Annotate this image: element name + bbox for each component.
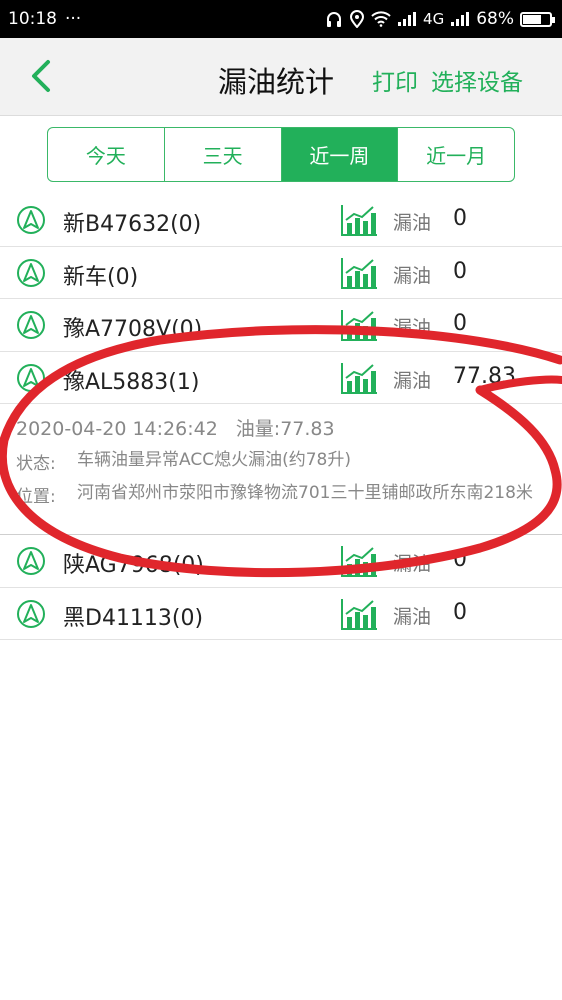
detail-location: 位置: 河南省郑州市荥阳市豫锋物流701三十里铺邮政所东南218米 [16,482,554,507]
leak-value: 0 [453,547,467,572]
list-item[interactable]: 黑D41113(0) 漏油 0 [0,588,562,640]
navigation-arrow-icon [17,547,45,575]
list-item[interactable]: 豫AL5883(1) 漏油 77.83 [0,352,562,404]
vehicle-list: 新B47632(0) 漏油 0 新车(0) 漏油 0 豫A7708V(0) 漏油… [0,194,562,640]
detail-datetime: 2020-04-20 14:26:42 [16,418,218,440]
navigation-arrow-icon [17,206,45,234]
leak-label: 漏油 [393,553,432,575]
battery-percent: 68% [476,9,514,29]
leak-label: 漏油 [393,264,432,287]
headphones-icon [327,12,342,27]
leak-value: 0 [453,311,467,336]
location-key: 位置: [16,487,56,507]
page-title: 漏油统计 [218,65,335,99]
status-key: 状态: [16,454,56,474]
status-time: 10:18 [8,9,57,29]
navigation-arrow-icon [17,363,45,392]
detail-amount: 油量:77.83 [235,418,335,440]
leak-label: 漏油 [393,369,432,392]
leak-label: 漏油 [393,317,432,339]
bar-chart-icon[interactable] [340,544,378,578]
vehicle-plate: 新B47632(0) [63,212,202,237]
location-icon [350,10,365,28]
print-button[interactable]: 打印 [372,63,418,97]
leak-value: 0 [453,258,467,284]
signal-icon [451,12,470,26]
battery-icon [520,11,555,27]
detail-header: 2020-04-20 14:26:42 油量:77.83 [16,414,554,441]
list-item[interactable]: 新B47632(0) 漏油 0 [0,194,562,247]
header: 漏油统计 打印 选择设备 [0,38,562,116]
bar-chart-icon[interactable] [340,597,378,631]
leak-value: 0 [453,599,467,625]
tab-week[interactable]: 近一周 [281,128,399,181]
tab-month[interactable]: 近一月 [398,128,514,181]
bar-chart-icon[interactable] [340,308,378,342]
detail-status: 状态: 车辆油量异常ACC熄火漏油(约78升) [16,449,554,474]
list-item[interactable]: 豫A7708V(0) 漏油 0 [0,299,562,352]
navigation-arrow-icon [17,599,45,628]
signal-icon [398,12,417,26]
list-item[interactable]: 陕AG7968(0) 漏油 0 [0,535,562,588]
leak-value: 0 [453,206,467,231]
bar-chart-icon[interactable] [340,256,378,290]
leak-detail: 2020-04-20 14:26:42 油量:77.83 状态: 车辆油量异常AC… [0,404,562,535]
network-type: 4G [423,10,445,28]
choose-device-button[interactable]: 选择设备 [431,63,523,97]
navigation-arrow-icon [17,311,45,339]
location-value: 河南省郑州市荥阳市豫锋物流701三十里铺邮政所东南218米 [77,483,533,503]
leak-value: 77.83 [453,363,516,389]
status-bar: 10:18 ··· 4G 68% [0,0,562,38]
tab-today[interactable]: 今天 [48,128,165,181]
vehicle-plate: 豫AL5883(1) [63,369,200,395]
wifi-icon [371,11,391,27]
leak-label: 漏油 [393,212,432,234]
tab-three-days[interactable]: 三天 [165,128,282,181]
vehicle-plate: 豫A7708V(0) [63,317,203,342]
leak-label: 漏油 [393,605,432,628]
vehicle-plate: 陕AG7968(0) [63,553,204,578]
navigation-arrow-icon [17,258,45,287]
back-button[interactable] [22,56,62,96]
status-dots: ··· [65,9,82,29]
status-value: 车辆油量异常ACC熄火漏油(约78升) [77,450,351,470]
period-tabs: 今天 三天 近一周 近一月 [47,127,515,182]
list-item[interactable]: 新车(0) 漏油 0 [0,247,562,299]
vehicle-plate: 新车(0) [63,264,139,290]
bar-chart-icon[interactable] [340,203,378,237]
vehicle-plate: 黑D41113(0) [63,605,204,631]
bar-chart-icon[interactable] [340,361,378,395]
